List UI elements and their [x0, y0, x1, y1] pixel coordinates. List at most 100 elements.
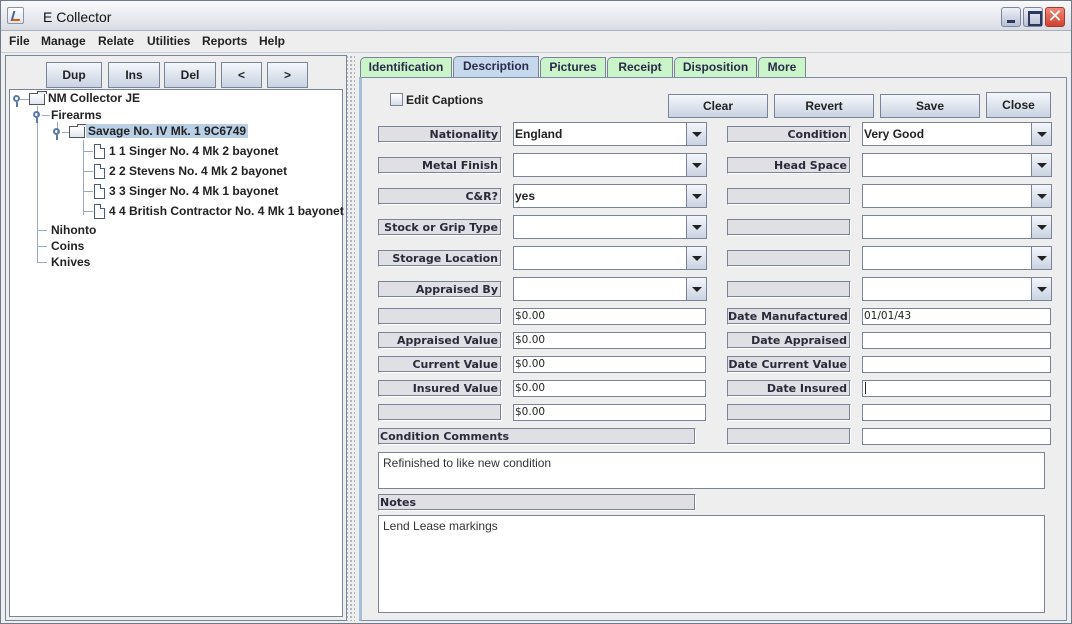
tree-line	[83, 151, 93, 152]
tab-more[interactable]: More	[758, 57, 806, 77]
tree-node-selected-item[interactable]: Savage No. IV Mk. 1 9C6749	[86, 124, 249, 138]
dropdown-arrow-icon[interactable]	[686, 247, 706, 269]
custom-combo[interactable]	[862, 246, 1052, 270]
tree-line	[83, 191, 93, 192]
custom-combo[interactable]	[862, 277, 1052, 301]
metal-finish-combo[interactable]	[513, 153, 707, 177]
tree-line	[37, 246, 47, 247]
document-icon	[94, 164, 105, 179]
dropdown-arrow-icon[interactable]	[1031, 278, 1051, 300]
tab-receipt[interactable]: Receipt	[607, 57, 673, 77]
tree-node-coins[interactable]: Coins	[51, 239, 84, 253]
tree-node-child[interactable]: 4 4 British Contractor No. 4 Mk 1 bayone…	[109, 204, 344, 218]
clear-button[interactable]: Clear	[668, 94, 768, 118]
stock-grip-type-label: Stock or Grip Type	[378, 219, 502, 236]
cr-combo[interactable]: yes	[513, 184, 707, 208]
dropdown-arrow-icon[interactable]	[686, 154, 706, 176]
dropdown-arrow-icon[interactable]	[1031, 216, 1051, 238]
window-title: E Collector	[43, 9, 112, 25]
head-space-combo[interactable]	[862, 153, 1052, 177]
appraised-by-combo[interactable]	[513, 277, 707, 301]
collection-tree[interactable]: NM Collector JE Firearms Savage No. IV M…	[9, 89, 344, 617]
custom-label	[727, 250, 851, 267]
custom-value-field[interactable]: $0.00	[513, 308, 706, 325]
expand-toggle-icon[interactable]	[13, 95, 20, 107]
dropdown-arrow-icon[interactable]	[1031, 247, 1051, 269]
date-insured-field[interactable]	[862, 380, 1051, 397]
tree-node-firearms[interactable]: Firearms	[51, 108, 102, 122]
dropdown-arrow-icon[interactable]	[686, 123, 706, 145]
tree-node-knives[interactable]: Knives	[51, 255, 90, 269]
head-space-label: Head Space	[727, 157, 851, 174]
tree-node-root[interactable]: NM Collector JE	[48, 91, 140, 105]
previous-button[interactable]: <	[221, 62, 262, 88]
nationality-combo[interactable]: England	[513, 122, 707, 146]
menu-utilities[interactable]: Utilities	[147, 34, 190, 48]
stock-grip-type-combo[interactable]	[513, 215, 707, 239]
tab-description[interactable]: Description	[453, 56, 539, 78]
dropdown-arrow-icon[interactable]	[686, 278, 706, 300]
nationality-value: England	[515, 127, 563, 141]
custom-date-field[interactable]	[862, 428, 1051, 445]
appraised-by-label: Appraised By	[378, 281, 502, 298]
date-manufactured-field[interactable]: 01/01/43	[862, 308, 1051, 325]
menu-file[interactable]: File	[9, 34, 30, 48]
tree-node-child[interactable]: 2 2 Stevens No. 4 Mk 2 bayonet	[109, 164, 287, 178]
tab-disposition[interactable]: Disposition	[674, 57, 757, 77]
save-button[interactable]: Save	[880, 94, 980, 118]
close-window-button[interactable]: ✕	[1045, 7, 1065, 27]
dup-button[interactable]: Dup	[46, 62, 102, 88]
tree-node-nihonto[interactable]: Nihonto	[51, 223, 96, 237]
insert-button[interactable]: Ins	[108, 62, 160, 88]
condition-comments-textarea[interactable]: Refinished to like new condition	[378, 452, 1045, 489]
insured-value-field[interactable]: $0.00	[513, 380, 706, 397]
date-appraised-label: Date Appraised	[727, 332, 851, 349]
edit-captions-checkbox[interactable]	[390, 93, 403, 106]
custom-combo[interactable]	[862, 215, 1052, 239]
menu-manage[interactable]: Manage	[41, 34, 86, 48]
tree-line	[37, 262, 47, 263]
dropdown-arrow-icon[interactable]	[1031, 154, 1051, 176]
custom-date-field[interactable]	[862, 404, 1051, 421]
tree-node-child[interactable]: 3 3 Singer No. 4 Mk 1 bayonet	[109, 184, 278, 198]
custom-value-label	[378, 404, 502, 421]
dropdown-arrow-icon[interactable]	[1031, 185, 1051, 207]
document-icon	[94, 144, 105, 159]
revert-button[interactable]: Revert	[774, 94, 874, 118]
dropdown-arrow-icon[interactable]	[686, 185, 706, 207]
storage-location-label: Storage Location	[378, 250, 502, 267]
date-appraised-field[interactable]	[862, 332, 1051, 349]
tree-node-child[interactable]: 1 1 Singer No. 4 Mk 2 bayonet	[109, 144, 278, 158]
notes-textarea[interactable]: Lend Lease markings	[378, 515, 1045, 613]
maximize-button[interactable]	[1023, 7, 1043, 27]
tab-identification[interactable]: Identification	[360, 57, 452, 77]
tree-line	[42, 115, 50, 116]
condition-combo[interactable]: Very Good	[862, 122, 1052, 146]
split-pane-divider[interactable]	[347, 55, 355, 621]
current-value-field[interactable]: $0.00	[513, 356, 706, 373]
custom-combo[interactable]	[862, 184, 1052, 208]
tree-line	[83, 171, 93, 172]
custom-date-label	[727, 404, 851, 421]
date-current-value-field[interactable]	[862, 356, 1051, 373]
current-value-label: Current Value	[378, 356, 502, 373]
expand-toggle-icon[interactable]	[33, 111, 40, 123]
folder-icon	[69, 124, 87, 138]
next-button[interactable]: >	[267, 62, 308, 88]
cr-label: C&R?	[378, 188, 502, 205]
close-button[interactable]: Close	[986, 92, 1051, 118]
menu-help[interactable]: Help	[259, 34, 285, 48]
minimize-button[interactable]	[1001, 7, 1021, 27]
appraised-value-field[interactable]: $0.00	[513, 332, 706, 349]
date-current-value-label: Date Current Value	[727, 356, 851, 373]
storage-location-combo[interactable]	[513, 246, 707, 270]
tab-pictures[interactable]: Pictures	[540, 57, 606, 77]
custom-value-field[interactable]: $0.00	[513, 404, 706, 421]
dropdown-arrow-icon[interactable]	[686, 216, 706, 238]
expand-toggle-icon[interactable]	[53, 128, 60, 140]
custom-date-label	[727, 428, 851, 445]
dropdown-arrow-icon[interactable]	[1031, 123, 1051, 145]
delete-button[interactable]: Del	[164, 62, 216, 88]
menu-relate[interactable]: Relate	[98, 34, 134, 48]
menu-reports[interactable]: Reports	[202, 34, 247, 48]
